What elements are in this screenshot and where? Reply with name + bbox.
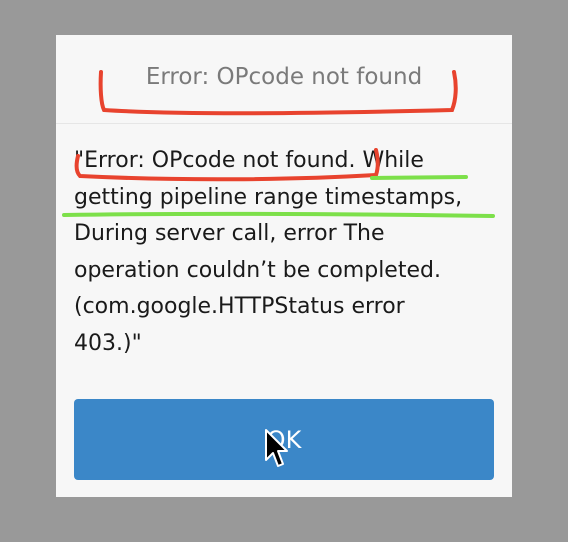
message-line: getting pipeline range timestamps, (74, 184, 463, 210)
message-line: "Error: OPcode not found. While (74, 148, 424, 173)
message-line: During server call, error The (74, 221, 385, 247)
dialog-message: "Error: OPcode not found. While getting … (74, 143, 499, 363)
dialog-title: Error: OPcode not found (145, 64, 423, 90)
mouse-pointer-arrow-icon (265, 429, 288, 467)
message-line: operation couldn’t be completed. (74, 257, 441, 283)
dialog-header: Error: OPcode not found (56, 35, 512, 124)
message-line: (com.google.HTTPStatus error (74, 294, 405, 320)
message-line: 403.)" (74, 330, 142, 356)
